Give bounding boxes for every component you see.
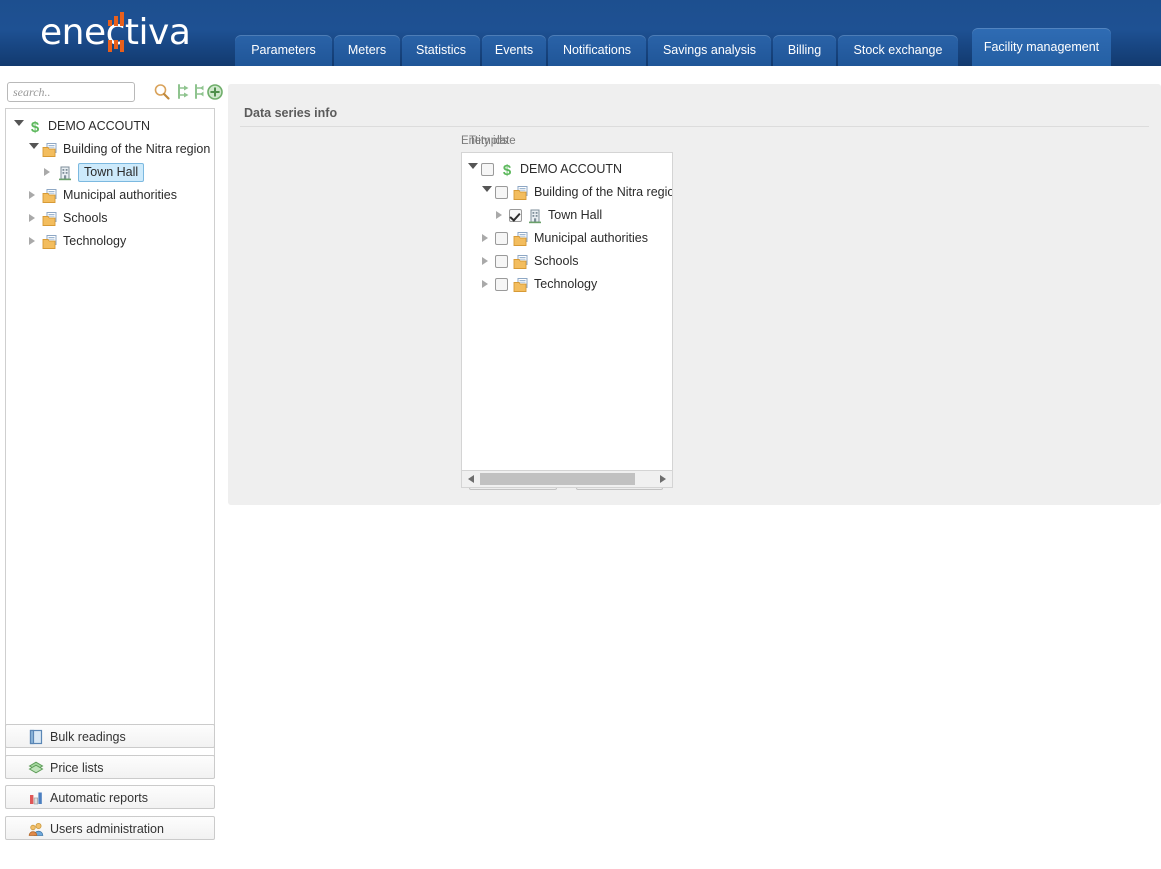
sidebar-tree-item[interactable]: Municipal authorities <box>6 184 214 207</box>
data-series-info-panel: Data series info Template Custom Name Un… <box>228 84 1161 505</box>
sidebar-tree-item[interactable]: Schools <box>6 207 214 230</box>
dollar-icon: $ <box>499 162 515 178</box>
sidebar-tree-item-label: Schools <box>63 207 107 230</box>
tab-notifications[interactable]: Notifications <box>548 35 646 66</box>
sidebar-button-users-administration[interactable]: Users administration <box>5 816 215 840</box>
building-icon <box>57 165 73 181</box>
folder-icon <box>42 188 58 204</box>
entity-checkbox[interactable] <box>481 163 494 176</box>
app-header: enectiva ParametersMetersStatisticsEvent… <box>0 0 1161 66</box>
title-divider <box>240 126 1149 127</box>
entity-tree-item[interactable]: Municipal authorities <box>462 227 672 250</box>
sidebar-tree-item[interactable]: Town Hall <box>6 161 214 184</box>
triangle-down-icon[interactable] <box>482 186 492 206</box>
entity-horizontal-scrollbar[interactable] <box>461 471 673 488</box>
entity-tree-item[interactable]: Town Hall <box>462 204 672 227</box>
scroll-right-arrow-icon[interactable] <box>660 475 666 483</box>
tab-events[interactable]: Events <box>482 35 546 66</box>
tab-savings-analysis[interactable]: Savings analysis <box>648 35 771 66</box>
folder-icon <box>513 231 529 247</box>
entity-tree-item-label: Municipal authorities <box>534 227 648 250</box>
sidebar-button-label: Users administration <box>50 817 164 841</box>
sidebar-button-automatic-reports[interactable]: Automatic reports <box>5 785 215 809</box>
entity-tree-item-label: Building of the Nitra region <box>534 181 673 204</box>
entity-tree-item-label: Schools <box>534 250 578 273</box>
sidebar-tree-item-label: DEMO ACCOUTN <box>48 115 150 138</box>
left-sidebar: $ DEMO ACCOUTNBuilding of the Nitra regio… <box>0 66 225 869</box>
folder-icon <box>42 211 58 227</box>
scroll-left-arrow-icon[interactable] <box>468 475 474 483</box>
building-icon <box>527 208 543 224</box>
expand-all-icon[interactable] <box>174 83 192 101</box>
svg-text:$: $ <box>31 119 40 135</box>
enectiva-logo: enectiva <box>40 10 230 56</box>
entity-tree-item-label: Town Hall <box>548 204 602 227</box>
tab-billing[interactable]: Billing <box>773 35 836 66</box>
sidebar-tree-item[interactable]: Building of the Nitra region <box>6 138 214 161</box>
sidebar-button-label: Automatic reports <box>50 786 148 810</box>
sidebar-tree-item-label: Town Hall <box>78 163 144 182</box>
sidebar-button-bulk-readings[interactable]: Bulk readings <box>5 724 215 748</box>
add-icon[interactable] <box>206 83 224 101</box>
search-icon[interactable] <box>153 83 171 101</box>
entity-tree-item-label: DEMO ACCOUTN <box>520 158 622 181</box>
tab-statistics[interactable]: Statistics <box>402 35 480 66</box>
entity-checkbox[interactable] <box>509 209 522 222</box>
entity-checkbox[interactable] <box>495 278 508 291</box>
logo-bars-top <box>108 12 134 26</box>
triangle-down-icon[interactable] <box>29 143 39 163</box>
sidebar-tree-item[interactable]: Technology <box>6 230 214 253</box>
entity-ids-label: Entity ids <box>461 135 508 147</box>
sidebar-tree-item-label: Municipal authorities <box>63 184 177 207</box>
search-input[interactable] <box>7 82 135 102</box>
book-icon <box>28 729 44 745</box>
triangle-down-icon[interactable] <box>14 120 24 140</box>
logo-bars-bottom <box>108 40 134 54</box>
panel-title: Data series info <box>244 106 337 120</box>
tab-parameters[interactable]: Parameters <box>235 35 332 66</box>
triangle-down-icon[interactable] <box>468 163 478 183</box>
sidebar-tree-item-label: Technology <box>63 230 126 253</box>
scrollbar-thumb[interactable] <box>480 473 635 485</box>
sidebar-search-row <box>7 82 219 104</box>
svg-text:$: $ <box>503 162 512 178</box>
entity-checkbox[interactable] <box>495 232 508 245</box>
tab-stock-exchange[interactable]: Stock exchange <box>838 35 958 66</box>
tab-facility-management[interactable]: Facility management <box>972 28 1111 66</box>
entity-tree-item[interactable]: $ DEMO ACCOUTN <box>462 158 672 181</box>
triangle-right-icon[interactable] <box>29 237 35 259</box>
folder-icon <box>42 142 58 158</box>
entity-ids-tree[interactable]: $ DEMO ACCOUTNBuilding of the Nitra regio… <box>461 152 673 471</box>
entity-tree-panel[interactable]: $ DEMO ACCOUTNBuilding of the Nitra regio… <box>5 108 215 778</box>
entity-tree-item-label: Technology <box>534 273 597 296</box>
money-icon <box>28 760 44 776</box>
chart-icon <box>28 790 44 806</box>
dollar-icon: $ <box>27 119 43 135</box>
entity-tree-item[interactable]: Building of the Nitra region <box>462 181 672 204</box>
main-navigation-tabs: ParametersMetersStatisticsEventsNotifica… <box>235 0 1161 66</box>
sidebar-tree-item-label: Building of the Nitra region <box>63 138 210 161</box>
sidebar-button-label: Price lists <box>50 756 103 780</box>
folder-icon <box>513 254 529 270</box>
triangle-right-icon[interactable] <box>482 280 488 302</box>
sidebar-tree-item[interactable]: $ DEMO ACCOUTN <box>6 115 214 138</box>
folder-icon <box>513 185 529 201</box>
users-icon <box>28 821 44 837</box>
entity-tree-item[interactable]: Technology <box>462 273 672 296</box>
entity-checkbox[interactable] <box>495 186 508 199</box>
folder-icon <box>42 234 58 250</box>
entity-checkbox[interactable] <box>495 255 508 268</box>
sidebar-button-label: Bulk readings <box>50 725 126 749</box>
tab-meters[interactable]: Meters <box>334 35 400 66</box>
entity-tree-item[interactable]: Schools <box>462 250 672 273</box>
folder-icon <box>513 277 529 293</box>
sidebar-button-price-lists[interactable]: Price lists <box>5 755 215 779</box>
